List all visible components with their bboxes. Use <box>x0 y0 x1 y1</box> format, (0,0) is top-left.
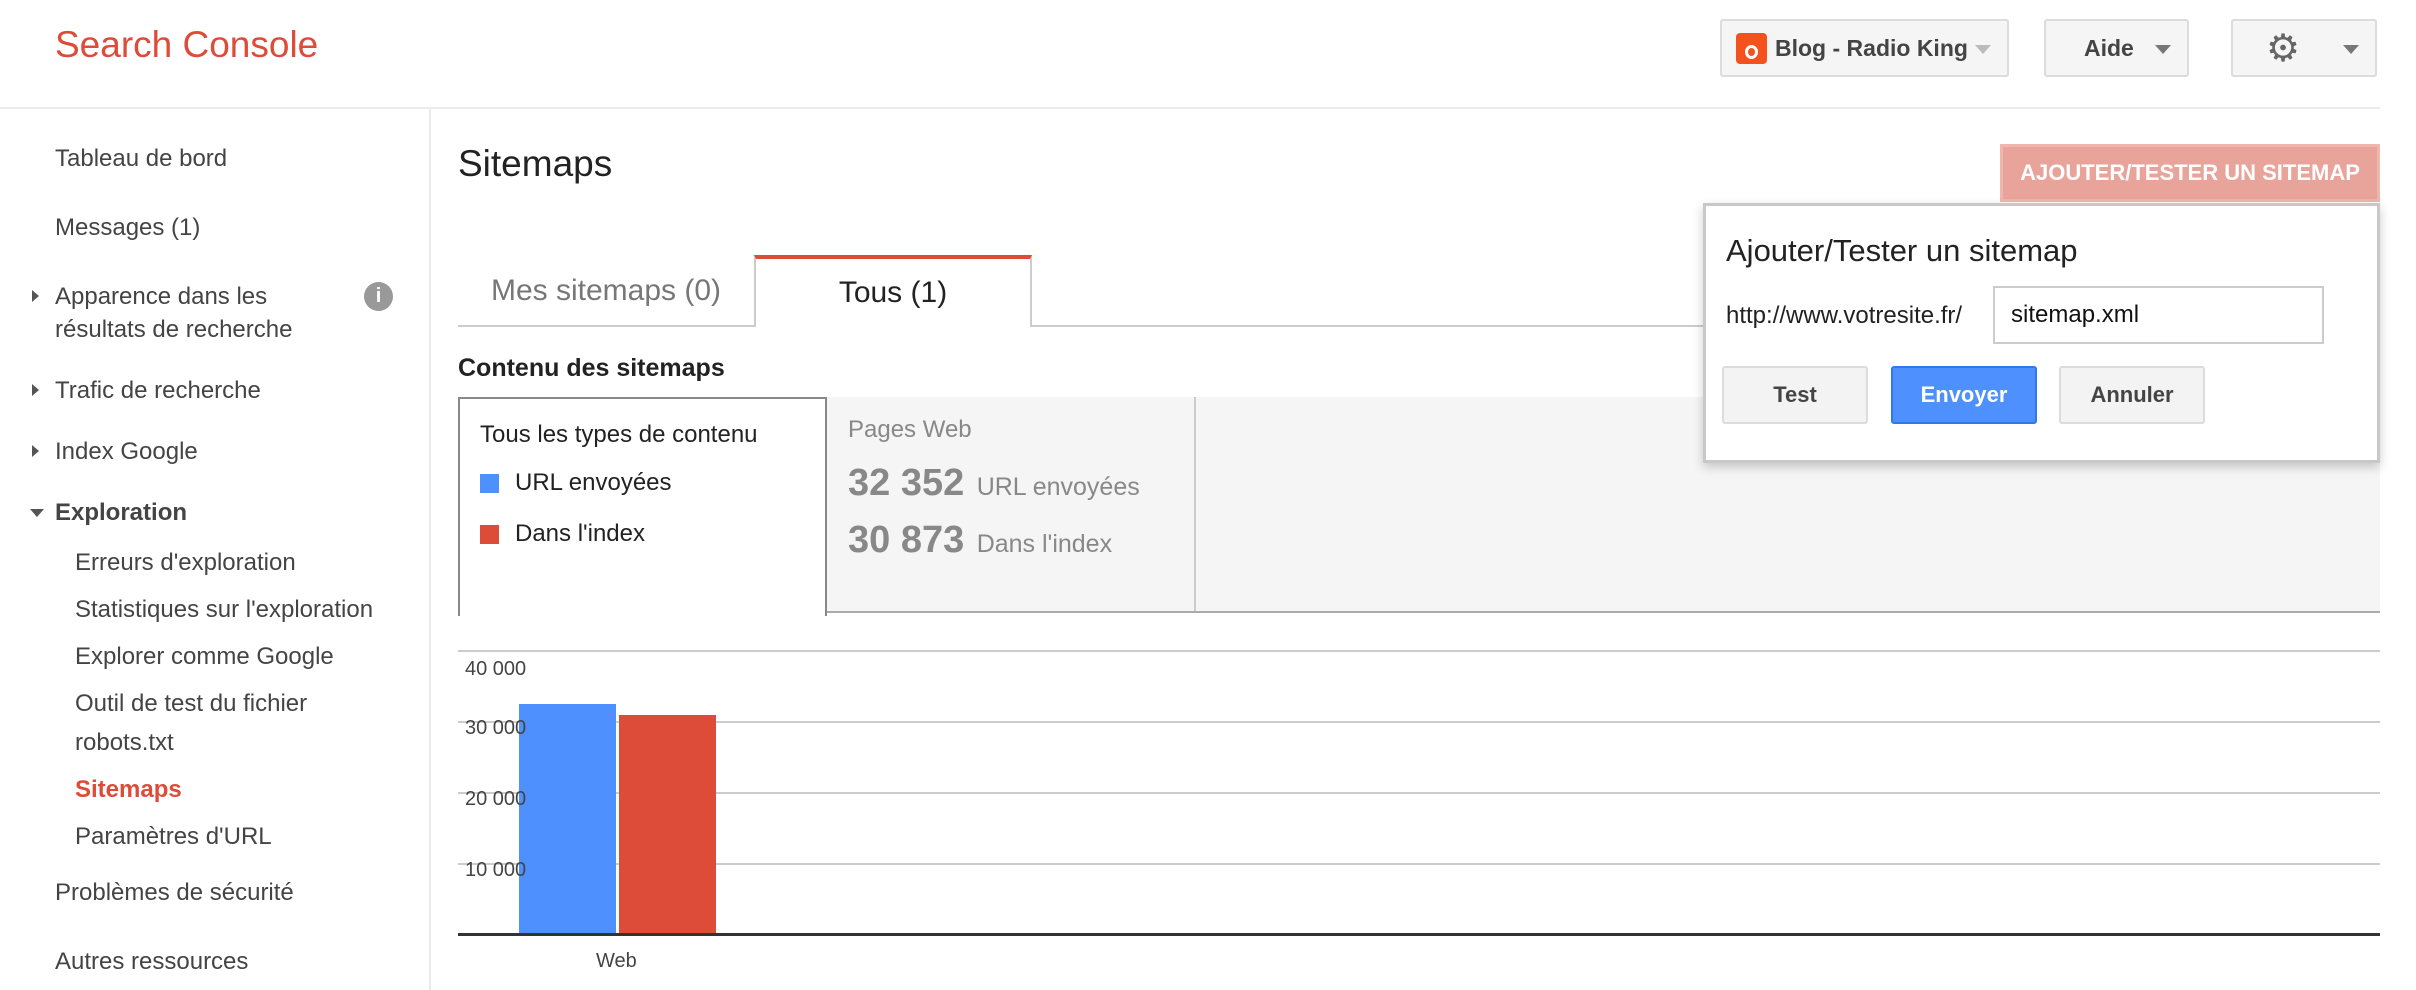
panel-bottom-border <box>827 611 2380 613</box>
sidebar-item-url-parameters[interactable]: Paramètres d'URL <box>75 820 272 853</box>
sidebar-divider <box>429 109 431 990</box>
submitted-label: URL envoyées <box>976 473 1140 501</box>
sidebar-item-label: robots.txt <box>75 729 174 756</box>
test-button[interactable]: Test <box>1722 366 1868 424</box>
pages-web-title: Pages Web <box>848 416 972 443</box>
chevron-right-icon <box>32 384 39 396</box>
help-label: Aide <box>2084 34 2134 61</box>
bar-submitted[interactable] <box>519 704 616 934</box>
cancel-button[interactable]: Annuler <box>2059 366 2205 424</box>
chevron-down-icon <box>2155 45 2171 54</box>
y-tick-label: 40 000 <box>465 658 527 680</box>
blue-swatch-icon <box>480 474 499 494</box>
sidebar-item-crawl-stats[interactable]: Statistiques sur l'exploration <box>75 593 373 626</box>
indexed-label: Dans l'index <box>976 530 1113 558</box>
chevron-down-icon <box>2343 45 2359 54</box>
x-tick-label: Web <box>596 950 637 972</box>
legend-item-indexed: Dans l'index <box>480 520 645 548</box>
gridline <box>458 863 2380 865</box>
y-tick-label: 10 000 <box>465 859 527 881</box>
sidebar-item-label: Index Google <box>55 438 198 465</box>
add-sitemap-dialog: Ajouter/Tester un sitemap http://www.vot… <box>1703 203 2380 463</box>
sidebar-item-label: résultats de recherche <box>55 316 293 343</box>
help-button[interactable]: Aide <box>2044 19 2189 77</box>
content-type-legend[interactable]: Tous les types de contenu URL envoyées D… <box>458 397 827 616</box>
chevron-right-icon <box>32 290 39 302</box>
bar-indexed[interactable] <box>619 714 716 934</box>
gridline <box>458 650 2380 652</box>
add-test-sitemap-button[interactable]: AJOUTER/TESTER UN SITEMAP <box>2000 144 2380 202</box>
chevron-down-icon <box>30 509 44 517</box>
sidebar-item-other-resources[interactable]: Autres ressources <box>55 945 248 978</box>
url-prefix: http://www.votresite.fr/ <box>1726 302 1963 329</box>
indexed-count: 30 873 <box>848 519 965 561</box>
sidebar-item-messages[interactable]: Messages (1) <box>55 211 200 244</box>
submitted-count: 32 352 <box>848 462 965 504</box>
header-divider <box>0 107 2380 109</box>
page-title: Sitemaps <box>458 143 613 184</box>
gear-icon: ⚙ <box>2266 27 2301 70</box>
x-axis <box>458 933 2380 936</box>
sidebar-item-crawl-errors[interactable]: Erreurs d'exploration <box>75 546 296 579</box>
sidebar-item-label: Trafic de recherche <box>55 377 261 404</box>
sidebar-item-dashboard[interactable]: Tableau de bord <box>55 142 227 175</box>
gridline <box>458 792 2380 794</box>
sidebar-item-fetch-as-google[interactable]: Explorer comme Google <box>75 640 334 673</box>
site-icon <box>1736 32 1767 64</box>
tab-my-sitemaps[interactable]: Mes sitemaps (0) <box>458 255 754 327</box>
dialog-title: Ajouter/Tester un sitemap <box>1726 233 2078 268</box>
red-swatch-icon <box>480 525 499 545</box>
y-tick-label: 20 000 <box>465 788 527 810</box>
sidebar-item-label: Exploration <box>55 499 188 526</box>
panel-divider <box>1194 397 1196 611</box>
pages-web-card[interactable]: Pages Web 32 352 URL envoyées 30 873 Dan… <box>848 416 1140 562</box>
chevron-right-icon <box>32 445 39 457</box>
y-tick-label: 30 000 <box>465 717 527 739</box>
chevron-down-icon <box>1975 45 1991 54</box>
info-icon[interactable]: i <box>364 282 393 311</box>
site-name: Blog - Radio King <box>1775 34 1968 61</box>
tab-all[interactable]: Tous (1) <box>754 255 1032 327</box>
legend-label: URL envoyées <box>515 469 672 496</box>
sidebar-item-label: Outil de test du fichier <box>75 690 308 717</box>
gridline <box>458 721 2380 723</box>
sitemap-url-input[interactable] <box>1993 286 2324 344</box>
site-selector[interactable]: Blog - Radio King <box>1720 19 2009 77</box>
section-title: Contenu des sitemaps <box>458 354 725 382</box>
legend-label: Dans l'index <box>515 520 645 547</box>
brand-logo[interactable]: Search Console <box>55 24 318 66</box>
sidebar-item-sitemaps[interactable]: Sitemaps <box>75 773 182 806</box>
sidebar-item-label: Apparence dans les <box>55 283 268 310</box>
submit-button[interactable]: Envoyer <box>1891 366 2037 424</box>
sidebar-item-security-issues[interactable]: Problèmes de sécurité <box>55 876 294 909</box>
legend-item-submitted: URL envoyées <box>480 469 672 497</box>
legend-title: Tous les types de contenu <box>480 421 758 448</box>
settings-button[interactable]: ⚙ <box>2231 19 2377 77</box>
